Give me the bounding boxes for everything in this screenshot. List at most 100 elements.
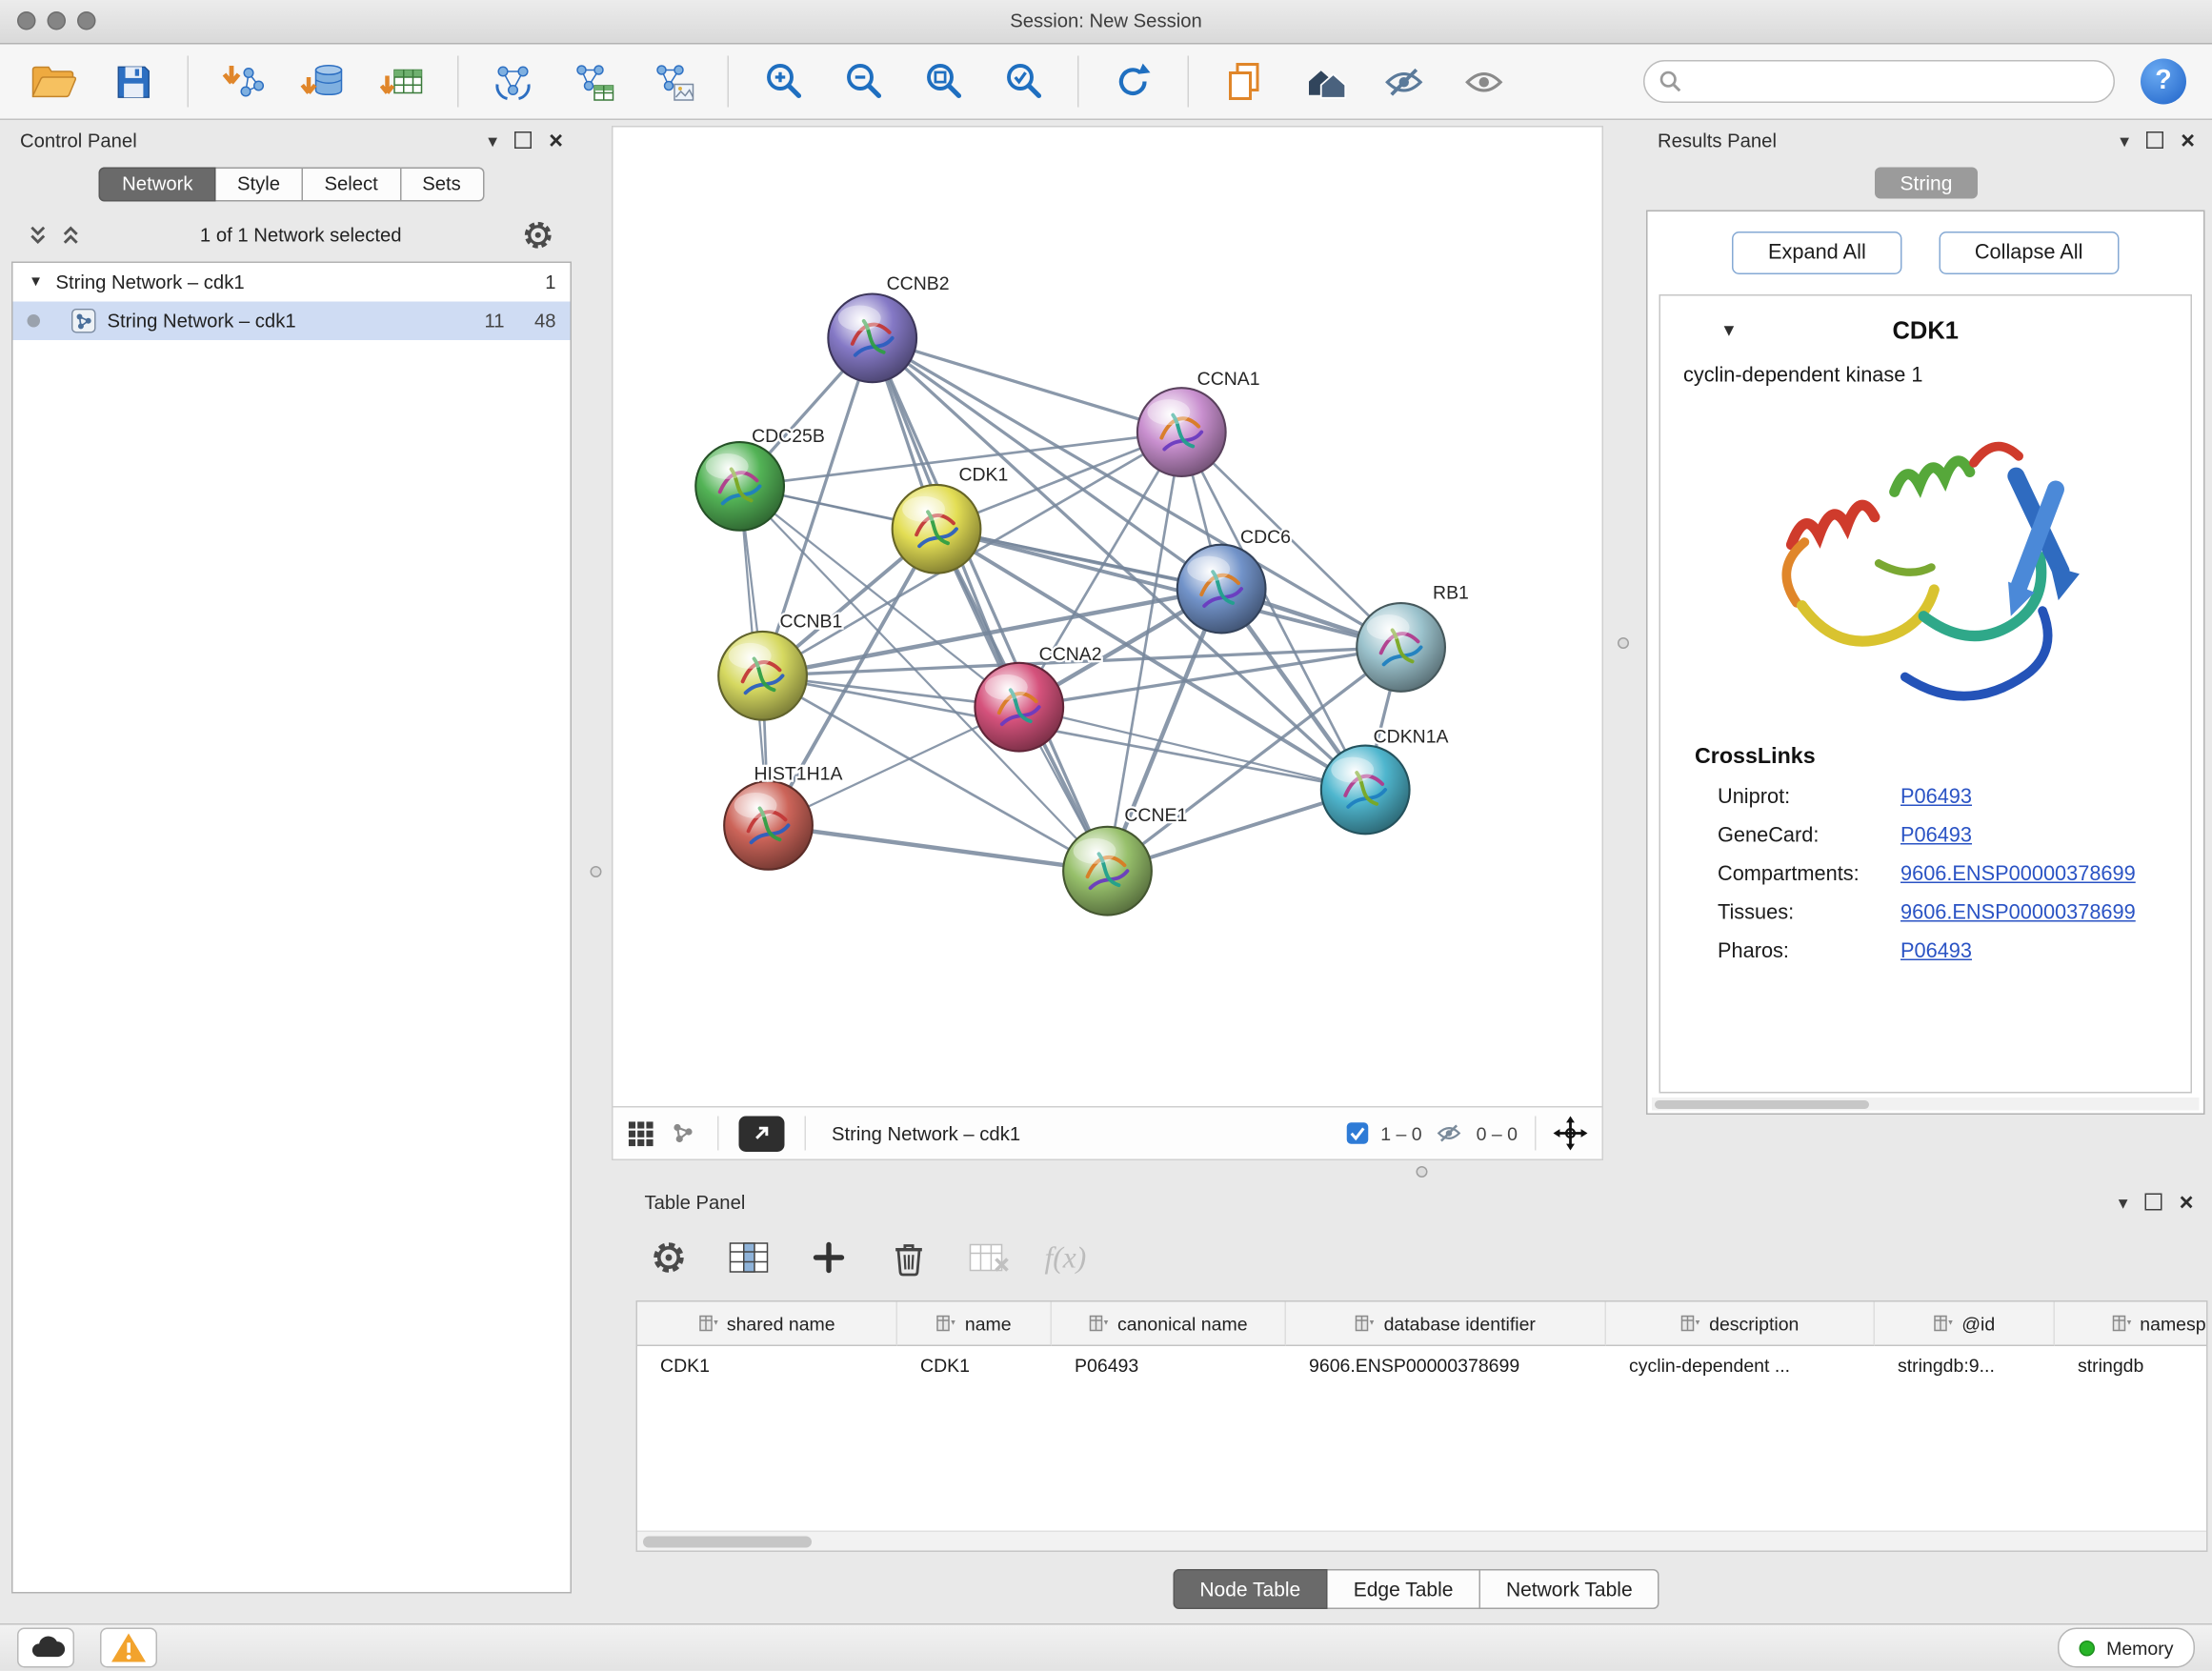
node-label: CDC25B — [752, 426, 825, 447]
column-header[interactable]: shared name — [637, 1302, 897, 1347]
hide-graphics-button[interactable] — [1368, 50, 1439, 113]
column-header[interactable]: description — [1606, 1302, 1875, 1347]
results-horizontal-scrollbar[interactable] — [1652, 1097, 2200, 1111]
documents-button[interactable] — [1208, 50, 1279, 113]
network-node-HIST1H1A[interactable]: HIST1H1A — [724, 764, 842, 870]
column-header[interactable]: database identifier — [1286, 1302, 1606, 1347]
warning-button[interactable] — [100, 1628, 157, 1668]
expand-all-button[interactable]: Expand All — [1733, 232, 1902, 274]
cloud-button[interactable] — [17, 1628, 74, 1668]
sort-icon — [698, 1315, 718, 1332]
panel-collapse-icon[interactable]: ▾ — [488, 131, 497, 150]
panel-close-icon[interactable]: × — [549, 128, 563, 152]
hidden-count: 0 – 0 — [1477, 1122, 1518, 1144]
grid-icon[interactable] — [628, 1119, 655, 1147]
tab-string[interactable]: String — [1875, 168, 1979, 199]
hidden-eye-icon[interactable] — [1434, 1120, 1465, 1146]
save-session-button[interactable] — [97, 50, 169, 113]
crosslink-link[interactable]: 9606.ENSP00000378699 — [1900, 863, 2136, 886]
show-columns-button[interactable] — [725, 1234, 774, 1282]
protein-card: ▼ CDK1 cyclin-dependent kinase 1 — [1659, 294, 2193, 1094]
create-column-button[interactable] — [805, 1234, 854, 1282]
tree-expand-icon[interactable]: ▼ — [28, 274, 45, 291]
help-button[interactable]: ? — [2141, 59, 2186, 105]
control-panel-title: Control Panel — [20, 130, 137, 151]
tab-sets[interactable]: Sets — [401, 168, 484, 202]
collapse-all-icon[interactable] — [29, 224, 48, 246]
crosslink-link[interactable]: P06493 — [1900, 786, 1972, 809]
open-session-button[interactable] — [17, 50, 89, 113]
eye-slash-icon — [1381, 61, 1426, 103]
open-in-window-button[interactable] — [739, 1116, 785, 1152]
function-builder-button: f(x) — [1045, 1239, 1087, 1276]
documents-icon — [1222, 60, 1265, 103]
panel-collapse-icon[interactable]: ▾ — [2120, 131, 2129, 150]
left-splitter-handle[interactable] — [591, 866, 602, 877]
expand-all-icon[interactable] — [62, 224, 81, 246]
folder-open-icon — [29, 62, 77, 102]
import-network-database-button[interactable] — [288, 50, 359, 113]
network-image-button[interactable] — [637, 50, 709, 113]
import-network-file-button[interactable] — [208, 50, 279, 113]
network-node-CCNA1[interactable]: CCNA1 — [1137, 369, 1260, 476]
tab-edge-table[interactable]: Edge Table — [1328, 1569, 1480, 1609]
houses-button[interactable] — [1288, 50, 1359, 113]
right-splitter-handle[interactable] — [1618, 637, 1629, 649]
crosslink-link[interactable]: P06493 — [1900, 940, 1972, 963]
column-header[interactable]: namespac — [2055, 1302, 2208, 1347]
panel-close-icon[interactable]: × — [2180, 1190, 2194, 1215]
tab-network-table[interactable]: Network Table — [1480, 1569, 1659, 1609]
column-header[interactable]: canonical name — [1052, 1302, 1286, 1347]
collapse-all-button[interactable]: Collapse All — [1939, 232, 2119, 274]
crosslink-link[interactable]: 9606.ENSP00000378699 — [1900, 902, 2136, 925]
network-row[interactable]: String Network – cdk1 11 48 — [13, 302, 571, 341]
table-panel-title: Table Panel — [645, 1191, 746, 1213]
network-node-CCNB2[interactable]: CCNB2 — [828, 273, 949, 382]
bottom-splitter-handle[interactable] — [1417, 1166, 1428, 1178]
fit-crosshair-icon[interactable] — [1554, 1117, 1588, 1151]
main-toolbar: ? — [0, 45, 2212, 121]
refresh-network-button[interactable] — [1097, 50, 1169, 113]
panel-float-icon[interactable] — [2145, 1194, 2162, 1211]
birdseye-icon[interactable] — [669, 1119, 697, 1148]
tab-select[interactable]: Select — [303, 168, 401, 202]
network-from-selection-button[interactable] — [477, 50, 549, 113]
cell-canonical-name: P06493 — [1052, 1346, 1286, 1385]
search-input[interactable] — [1692, 70, 2100, 94]
gear-icon[interactable] — [522, 218, 555, 252]
network-node-CDK1[interactable]: CDK1 — [893, 464, 1009, 573]
delete-column-button[interactable] — [885, 1234, 934, 1282]
panel-float-icon[interactable] — [2146, 131, 2163, 149]
panel-collapse-icon[interactable]: ▾ — [2119, 1193, 2128, 1212]
column-header[interactable]: name — [897, 1302, 1052, 1347]
crosslink-link[interactable]: P06493 — [1900, 825, 1972, 848]
node-label: CDKN1A — [1374, 727, 1449, 748]
zoom-selected-button[interactable] — [988, 50, 1059, 113]
title-bar: Session: New Session — [0, 0, 2212, 45]
crosslink-label: Compartments: — [1718, 863, 1900, 886]
import-table-button[interactable] — [368, 50, 439, 113]
card-collapse-icon[interactable]: ▼ — [1720, 320, 1738, 340]
network-collection-row[interactable]: ▼ String Network – cdk1 1 — [13, 263, 571, 302]
network-canvas[interactable]: CCNB2CCNA1CDC25BCDK1CDC6RB1CCNB1CCNA2CDK… — [613, 128, 1602, 1107]
table-row[interactable]: CDK1 CDK1 P06493 9606.ENSP00000378699 cy… — [637, 1346, 2206, 1385]
panel-float-icon[interactable] — [514, 131, 532, 149]
zoom-out-button[interactable] — [828, 50, 899, 113]
network-node-CDC6[interactable]: CDC6 — [1177, 527, 1291, 633]
column-header[interactable]: @id — [1875, 1302, 2055, 1347]
table-horizontal-scrollbar[interactable] — [637, 1531, 2206, 1551]
memory-button[interactable]: Memory — [2058, 1628, 2195, 1668]
pan el-close-icon[interactable]: × — [2181, 128, 2195, 152]
tab-node-table[interactable]: Node Table — [1173, 1569, 1328, 1609]
table-settings-button[interactable] — [645, 1234, 694, 1282]
show-graphics-button[interactable] — [1448, 50, 1519, 113]
network-node-RB1[interactable]: RB1 — [1357, 583, 1469, 692]
network-with-table-button[interactable] — [557, 50, 629, 113]
plus-icon — [811, 1239, 848, 1277]
tab-style[interactable]: Style — [215, 168, 303, 202]
zoom-fit-button[interactable] — [908, 50, 979, 113]
selected-checkbox-icon[interactable] — [1346, 1122, 1369, 1145]
tab-network[interactable]: Network — [99, 168, 215, 202]
zoom-in-button[interactable] — [748, 50, 819, 113]
cell-id: stringdb:9... — [1875, 1346, 2055, 1385]
